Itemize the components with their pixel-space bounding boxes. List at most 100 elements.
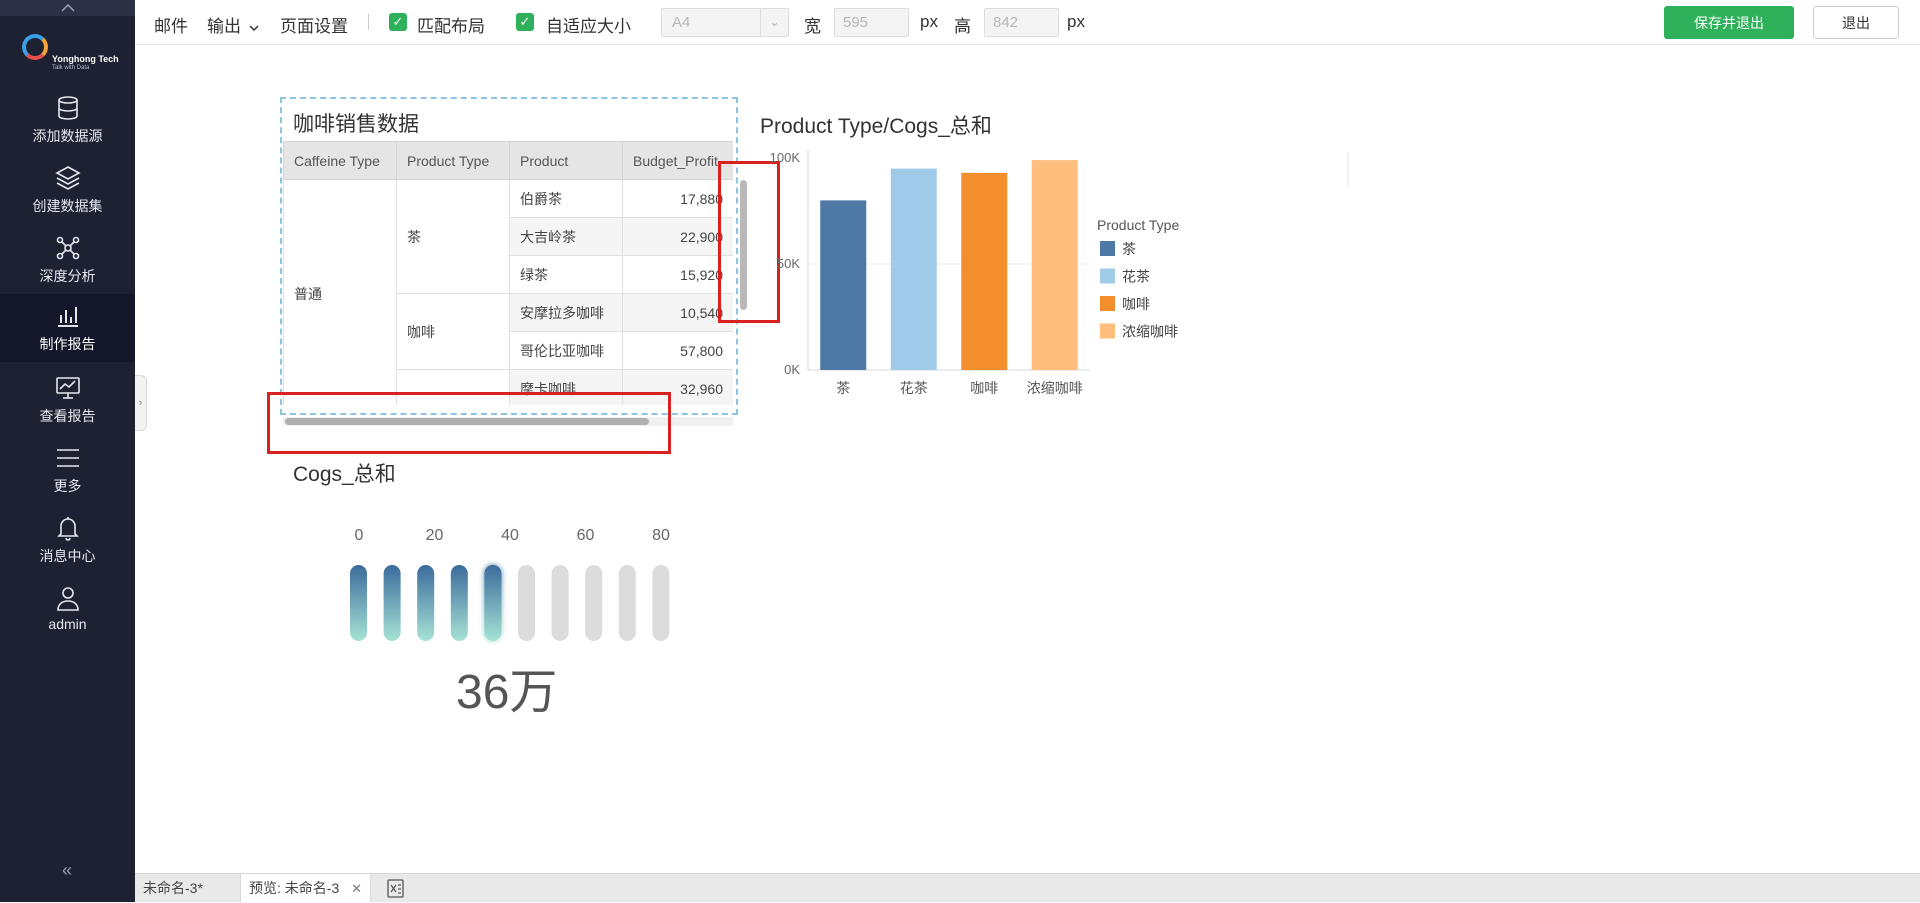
- sidebar-item-label: 查看报告: [39, 408, 96, 424]
- sidebar-item-more[interactable]: 更多: [0, 436, 135, 500]
- bar-chart-title: Product Type/Cogs_总和: [760, 115, 992, 138]
- legend-swatch: [1100, 241, 1115, 256]
- page-settings-button[interactable]: 页面设置: [280, 12, 348, 37]
- sidebar-item-label: admin: [48, 616, 87, 632]
- product-cell: 绿茶: [509, 255, 623, 294]
- legend-title: Product Type: [1097, 217, 1179, 233]
- expand-panel-handle[interactable]: ›: [135, 375, 147, 431]
- export-excel-icon[interactable]: [387, 879, 404, 898]
- sidebar-item-admin[interactable]: admin: [0, 576, 135, 640]
- column-header[interactable]: Caffeine Type: [283, 141, 397, 180]
- auto-size-checkbox[interactable]: ✓: [516, 13, 534, 31]
- value-cell: 22,900: [622, 217, 733, 256]
- logo-tagline: Talk with Data: [52, 65, 90, 71]
- export-menu[interactable]: 输出: [207, 12, 259, 37]
- sidebar-item-view-report[interactable]: 查看报告: [0, 366, 135, 430]
- legend-swatch: [1100, 268, 1115, 284]
- exit-button[interactable]: 退出: [1813, 6, 1899, 39]
- caffeine-type-cell: 普通: [283, 179, 397, 405]
- sidebar: Yonghong Tech Talk with Data 添加数据源 创建数据集…: [0, 0, 135, 902]
- product-cell: 哥伦比亚咖啡: [509, 331, 623, 370]
- bar[interactable]: [1031, 160, 1078, 370]
- gauge-tick-label: 80: [652, 527, 670, 544]
- table-row: 普通 茶 伯爵茶 17,880: [283, 179, 733, 405]
- close-icon[interactable]: ✕: [351, 881, 362, 896]
- sidebar-item-label: 消息中心: [39, 548, 96, 564]
- sidebar-item-message-center[interactable]: 消息中心: [0, 506, 135, 570]
- tab-preview-untitled-3[interactable]: 预览: 未命名-3 ✕: [240, 874, 372, 902]
- gauge-segment-empty: [618, 565, 636, 641]
- chevron-right-icon: ›: [138, 397, 143, 409]
- width-unit: px: [920, 12, 938, 31]
- height-unit: px: [1067, 12, 1085, 31]
- table-viewport: Caffeine Type Product Type Product Budge…: [283, 141, 733, 405]
- user-icon: [54, 584, 82, 612]
- bar[interactable]: [890, 168, 937, 370]
- legend-swatch: [1100, 323, 1115, 339]
- sidebar-item-label: 添加数据源: [32, 128, 103, 144]
- bar[interactable]: [820, 200, 867, 370]
- sidebar-item-label: 更多: [53, 478, 82, 494]
- database-icon: [54, 94, 82, 122]
- legend-item[interactable]: 茶: [1122, 241, 1136, 257]
- legend-item[interactable]: 浓缩咖啡: [1122, 324, 1178, 340]
- width-input[interactable]: [834, 8, 909, 37]
- logo: Yonghong Tech Talk with Data: [20, 32, 120, 76]
- value-cell: 57,800: [622, 331, 733, 370]
- data-table: Caffeine Type Product Type Product Budge…: [283, 141, 733, 405]
- layers-icon: [54, 164, 82, 192]
- sidebar-item-label: 深度分析: [39, 268, 96, 284]
- gauge-tick-label: 60: [577, 527, 595, 544]
- highlight-box-horizontal-scrollbar: [267, 392, 671, 454]
- tab-untitled-3[interactable]: 未命名-3*: [135, 874, 211, 902]
- x-tick-label: 咖啡: [970, 380, 998, 396]
- fit-layout-checkbox[interactable]: ✓: [389, 13, 407, 31]
- height-input[interactable]: [984, 8, 1059, 37]
- value-cell: 17,880: [622, 179, 733, 218]
- product-type-cell: 咖啡: [396, 293, 510, 370]
- collapse-sidebar-icon[interactable]: «: [55, 858, 79, 882]
- bar-chart-icon: [54, 302, 82, 330]
- auto-size-label: 自适应大小: [546, 17, 631, 36]
- product-cell: 伯爵茶: [509, 179, 623, 218]
- mail-button[interactable]: 邮件: [154, 12, 188, 37]
- gauge-segment-filled: [484, 565, 502, 641]
- column-header[interactable]: Product Type: [396, 141, 510, 180]
- gauge-tick-label: 20: [426, 527, 444, 544]
- legend-item[interactable]: 咖啡: [1122, 296, 1150, 312]
- bottom-tab-bar: 未命名-3* 预览: 未命名-3 ✕: [135, 873, 1920, 902]
- toolbar: 邮件 输出 页面设置 ✓ 匹配布局 ✓ 自适应大小 A4 ⌄ 宽 px 高 px…: [135, 0, 1920, 45]
- height-label: 高: [954, 17, 971, 36]
- product-type-cell: 茶: [396, 179, 510, 294]
- sidebar-item-create-report[interactable]: 制作报告: [0, 294, 135, 362]
- chevron-down-icon: [249, 25, 259, 32]
- legend-swatch: [1100, 296, 1115, 311]
- table-title: 咖啡销售数据: [293, 113, 419, 136]
- paper-size-select[interactable]: A4 ⌄: [661, 8, 789, 37]
- gauge-segment-filled: [450, 565, 468, 641]
- bell-icon: [54, 514, 82, 542]
- menu-icon: [54, 444, 82, 472]
- sidebar-item-deep-analysis[interactable]: 深度分析: [0, 226, 135, 290]
- width-label: 宽: [804, 17, 821, 36]
- sidebar-item-label: 创建数据集: [32, 198, 103, 214]
- y-tick-label: 50K: [777, 256, 800, 271]
- tab-label: 未命名-3*: [143, 880, 203, 896]
- save-and-exit-button[interactable]: 保存并退出: [1664, 6, 1794, 39]
- column-header[interactable]: Product: [509, 141, 623, 180]
- y-tick-label: 0K: [784, 362, 800, 377]
- bar[interactable]: [961, 172, 1008, 370]
- monitor-chart-icon: [54, 374, 82, 402]
- check-icon: ✓: [392, 14, 404, 29]
- bar-chart[interactable]: 100K50K0K 茶花茶 咖啡 浓缩咖啡 Product Type茶花茶咖啡浓缩咖…: [750, 140, 1350, 410]
- legend-item[interactable]: 花茶: [1122, 269, 1150, 285]
- sidebar-item-create-dataset[interactable]: 创建数据集: [0, 156, 135, 220]
- sidebar-item-add-datasource[interactable]: 添加数据源: [0, 86, 135, 150]
- sidebar-collapse-top[interactable]: [0, 0, 135, 16]
- segment-gauge[interactable]: 0 20 40 60 80: [330, 515, 690, 645]
- gauge-segment-filled: [383, 565, 401, 641]
- column-header[interactable]: Budget_Profit: [622, 141, 733, 180]
- gauge-segment-filled: [350, 565, 367, 641]
- gauge-segment-empty: [585, 565, 603, 641]
- product-cell: 大吉岭茶: [509, 217, 623, 256]
